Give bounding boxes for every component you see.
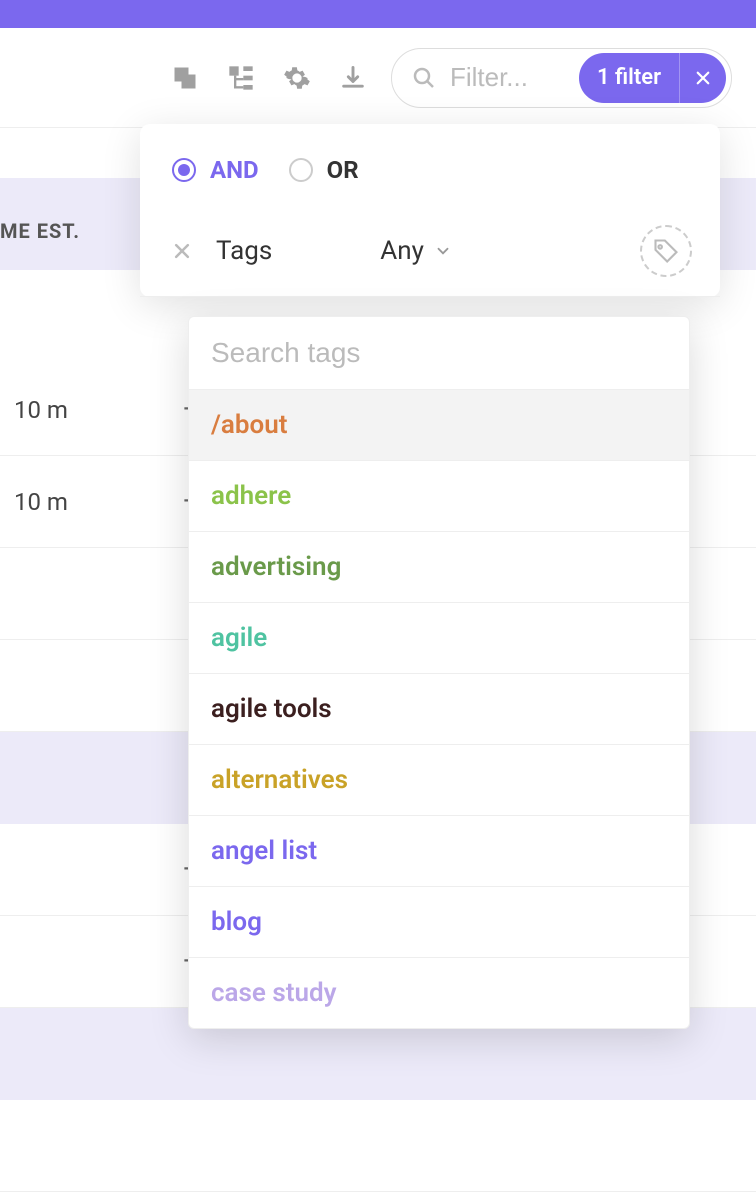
subtask-icon[interactable]: [227, 64, 255, 92]
filter-count-badge[interactable]: 1 filter: [579, 53, 726, 103]
filter-field-name: Tags: [216, 236, 272, 266]
download-icon[interactable]: [339, 64, 367, 92]
col-header-time-est: ME EST.: [0, 189, 80, 259]
search-icon: [412, 66, 436, 90]
filter-clear-button[interactable]: [679, 53, 726, 103]
filter-pill: 1 filter: [391, 48, 732, 108]
time-est-value: 10 m: [14, 396, 68, 424]
tag-list: /aboutadhereadvertisingagileagile toolsa…: [189, 389, 689, 1028]
tag-option[interactable]: advertising: [189, 531, 689, 602]
logic-or-label: OR: [327, 156, 359, 184]
filter-operator-select[interactable]: Any: [380, 236, 452, 266]
chevron-down-icon: [434, 242, 452, 260]
filter-operator-label: Any: [380, 236, 424, 266]
tag-option[interactable]: agile: [189, 602, 689, 673]
toolbar-icons: [171, 64, 367, 92]
tag-option[interactable]: agile tools: [189, 673, 689, 744]
logic-or-radio[interactable]: OR: [289, 156, 359, 184]
tag-picker-button[interactable]: [640, 225, 692, 277]
logic-and-radio[interactable]: AND: [172, 156, 259, 184]
filter-panel: AND OR Tags Any: [140, 124, 720, 297]
tag-option[interactable]: angel list: [189, 815, 689, 886]
tag-search: [189, 317, 689, 389]
filter-criteria-row: Tags Any: [140, 212, 720, 297]
close-icon: [694, 69, 712, 87]
tag-option[interactable]: adhere: [189, 460, 689, 531]
tag-option[interactable]: alternatives: [189, 744, 689, 815]
tag-dropdown: /aboutadhereadvertisingagileagile toolsa…: [188, 316, 690, 1029]
table-row[interactable]: [0, 1100, 756, 1192]
radio-icon: [289, 158, 313, 182]
tag-search-input[interactable]: [211, 337, 667, 369]
tag-icon: [652, 237, 680, 265]
logic-row: AND OR: [140, 124, 720, 212]
filter-count-label: 1 filter: [579, 65, 679, 90]
tag-option[interactable]: case study: [189, 957, 689, 1028]
copy-icon[interactable]: [171, 64, 199, 92]
radio-icon: [172, 158, 196, 182]
top-band: [0, 0, 756, 28]
time-est-value: 10 m: [14, 488, 68, 516]
logic-and-label: AND: [210, 156, 259, 184]
gear-icon[interactable]: [283, 64, 311, 92]
tag-option[interactable]: /about: [189, 389, 689, 460]
filter-input[interactable]: [450, 62, 560, 93]
remove-criteria-icon[interactable]: [172, 241, 192, 261]
tag-option[interactable]: blog: [189, 886, 689, 957]
toolbar: 1 filter: [0, 28, 756, 128]
